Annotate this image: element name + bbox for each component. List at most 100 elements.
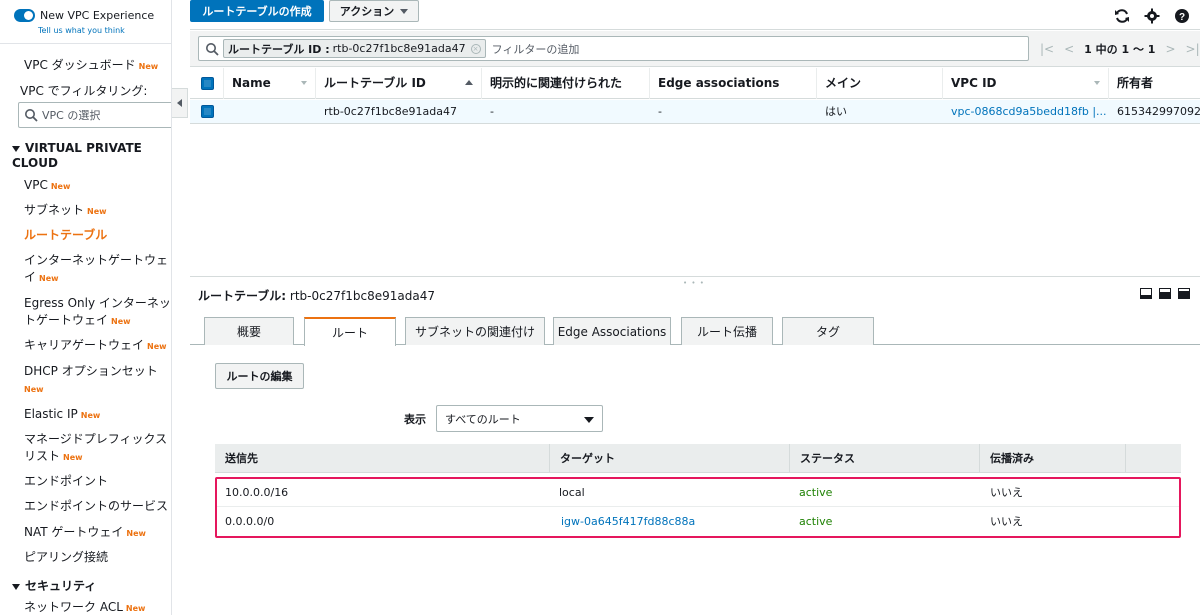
vpc-select[interactable]: VPC の選択 [18,102,171,128]
new-badge: New [87,207,107,216]
last-page-icon[interactable]: >| [1186,42,1200,56]
next-page-icon[interactable]: > [1165,42,1175,56]
col-propagated[interactable]: 伝播済み [980,444,1126,473]
actions-label: アクション [339,5,395,18]
drag-handle-icon[interactable]: • • • [683,279,705,287]
main-content: ルートテーブルの作成 アクション ? ルートテーブル ID : rtb-0c27… [190,0,1200,615]
remove-token-icon[interactable]: × [470,43,481,54]
sidebar-item-dashboard[interactable]: VPC ダッシュボード New [24,57,171,75]
sidebar-item-label: エンドポイントのサービス [24,499,169,513]
col-label: VPC ID [951,76,997,90]
sidebar-item-subnets[interactable]: サブネット New [24,202,171,220]
sidebar-item-vpc[interactable]: VPC New [24,177,171,195]
filter-token-value: rtb-0c27f1bc8e91ada47 [332,42,466,55]
cell-target-link[interactable]: igw-0a645f417fd88c88a [553,508,695,536]
filter-search-box[interactable]: ルートテーブル ID : rtb-0c27f1bc8e91ada47 × フィル… [198,36,1029,61]
tab-routes[interactable]: ルート [304,317,396,346]
col-destination[interactable]: 送信先 [215,444,550,473]
col-label: 所有者 [1117,76,1154,90]
sidebar-item-egress-only-igw[interactable]: Egress Only インターネットゲートウェイ New [24,295,171,330]
edit-routes-button[interactable]: ルートの編集 [215,363,304,389]
layout-small-icon[interactable] [1140,288,1152,299]
col-owner[interactable]: 所有者 [1109,68,1200,99]
cell-name[interactable] [224,100,316,124]
filter-token[interactable]: ルートテーブル ID : rtb-0c27f1bc8e91ada47 × [223,39,486,58]
sidebar-item-label: ピアリング接続 [24,550,109,564]
first-page-icon[interactable]: |< [1040,42,1054,56]
detail-tabs: 概要 ルート サブネットの関連付け Edge Associations ルート伝… [190,317,1200,346]
sidebar-item-internet-gateways[interactable]: インターネットゲートウェイ New [24,252,171,287]
sidebar-item-dhcp-options[interactable]: DHCP オプションセット New [24,363,171,398]
filter-token-key: ルートテーブル ID : [228,42,330,56]
new-badge: New [147,342,167,351]
new-badge: New [125,604,146,613]
prev-page-icon[interactable]: < [1064,42,1074,56]
sidebar-item-label: Elastic IP [24,407,78,421]
toggle-label: New VPC Experience [40,9,155,22]
sidebar-item-endpoints[interactable]: エンドポイント [24,473,171,490]
col-vpc-id[interactable]: VPC ID [943,68,1109,99]
col-label: ルートテーブル ID [324,76,426,90]
sidebar-item-route-tables[interactable]: ルートテーブル [24,227,171,244]
section-virtual-private-cloud[interactable]: VIRTUAL PRIVATE CLOUD [12,141,162,171]
col-target[interactable]: ターゲット [550,444,790,473]
sidebar-collapse-button[interactable] [172,88,188,118]
row-checkbox[interactable] [201,105,214,118]
new-badge: New [126,529,146,538]
cell-route-table-id: rtb-0c27f1bc8e91ada47 [324,105,457,118]
help-icon[interactable]: ? [1174,8,1190,24]
table-row: 10.0.0.0/16 local active いいえ [217,479,1179,507]
sidebar-item-carrier-gateways[interactable]: キャリアゲートウェイ New [24,337,171,355]
pane-splitter[interactable] [190,276,1200,277]
sidebar-item-elastic-ip[interactable]: Elastic IP New [24,406,171,424]
actions-dropdown[interactable]: アクション [329,0,419,22]
sidebar-item-label: VPC [24,178,48,192]
sidebar: New VPC Experience Tell us what you thin… [0,0,172,615]
col-explicit-assoc[interactable]: 明示的に関連付けられた [482,68,650,99]
sidebar-item-label: Egress Only インターネットゲートウェイ [24,296,171,327]
tab-route-propagation[interactable]: ルート伝播 [681,317,773,345]
tab-edge-associations[interactable]: Edge Associations [553,317,671,345]
col-main[interactable]: メイン [817,68,943,99]
sidebar-item-peering-connections[interactable]: ピアリング接続 [24,549,171,566]
sidebar-item-label: NAT ゲートウェイ [24,525,124,539]
sidebar-item-endpoint-services[interactable]: エンドポイントのサービス [24,498,171,515]
gear-icon[interactable] [1144,8,1160,24]
vpc-select-placeholder: VPC の選択 [42,109,101,122]
sort-ascending-icon [465,80,473,85]
col-edge-associations[interactable]: Edge associations [650,68,817,99]
sidebar-item-nat-gateways[interactable]: NAT ゲートウェイ New [24,524,171,542]
cell-main: はい [825,105,847,118]
cell-vpc-id-link[interactable]: vpc-0868cd9a5bedd18fb |... [943,100,1109,124]
tab-subnet-associations[interactable]: サブネットの関連付け [405,317,545,345]
view-select-value: すべてのルート [445,412,521,426]
sidebar-item-network-acl[interactable]: ネットワーク ACL New [24,599,171,615]
toolbar-icons: ? [1114,8,1190,24]
cell-owner: 615342997092 [1117,105,1200,118]
select-all-checkbox[interactable] [201,77,214,90]
view-select[interactable]: すべてのルート [436,405,603,432]
col-route-table-id[interactable]: ルートテーブル ID [316,68,482,99]
pagination: |< < 1 中の 1 〜 1 > >| [1040,41,1200,57]
tab-summary[interactable]: 概要 [204,317,294,345]
table-row[interactable]: rtb-0c27f1bc8e91ada47 - - はい vpc-0868cd9… [190,100,1200,124]
detail-title-label: ルートテーブル: [198,289,287,303]
new-badge: New [138,62,159,71]
col-name[interactable]: Name [224,68,316,99]
new-badge: New [50,182,71,191]
refresh-icon[interactable] [1114,8,1130,24]
create-route-table-button[interactable]: ルートテーブルの作成 [190,0,324,22]
sidebar-item-managed-prefix-lists[interactable]: マネージドプレフィックスリスト New [24,431,171,466]
layout-medium-icon[interactable] [1159,288,1171,299]
layout-large-icon[interactable] [1178,288,1190,299]
new-vpc-toggle-row[interactable]: New VPC Experience [14,9,154,22]
col-status[interactable]: ステータス [790,444,980,473]
toggle-switch[interactable] [14,9,35,22]
tell-us-link[interactable]: Tell us what you think [38,26,125,35]
tab-tags[interactable]: タグ [782,317,874,345]
add-filter-placeholder[interactable]: フィルターの追加 [492,41,580,57]
section-security[interactable]: セキュリティ [12,579,162,594]
svg-text:?: ? [1179,12,1185,23]
vpc-filter-label: VPC でフィルタリング: [20,84,148,98]
select-all-cell [190,68,224,99]
